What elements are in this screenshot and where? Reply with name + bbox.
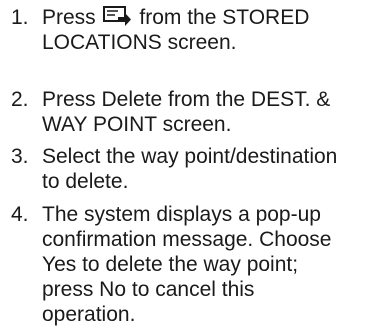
stored-locations-icon [102,6,132,27]
step-text: The system displays a pop-up confirmatio… [42,202,391,327]
step-line: Press from the STORED [42,5,391,30]
step-text-segment: Press [42,6,96,29]
step-number: 3. [11,145,29,168]
step-line: LOCATIONS screen. [42,31,237,54]
step-number: 1. [11,6,29,29]
step-line: press No to cancel this [42,278,255,301]
step-text-segment: from the STORED [139,6,310,29]
step-line: Press Delete from the DEST. & [42,88,331,111]
step-line: The system displays a pop-up [42,203,321,226]
step-number: 4. [11,203,29,226]
step-text: Press Delete from the DEST. & WAY POINT … [42,87,391,137]
step-line: to delete. [42,170,129,193]
step-text: Select the way point/destination to dele… [42,144,391,194]
step-number: 2. [11,88,29,111]
step-line: Yes to delete the way point; [42,253,299,276]
step-line: operation. [42,303,136,326]
step-line: confirmation message. Choose [42,228,332,251]
step-line: Select the way point/destination [42,145,338,168]
step-line: WAY POINT screen. [42,113,232,136]
step-text: Press from the STORED LOCATIONS screen. [42,5,391,55]
